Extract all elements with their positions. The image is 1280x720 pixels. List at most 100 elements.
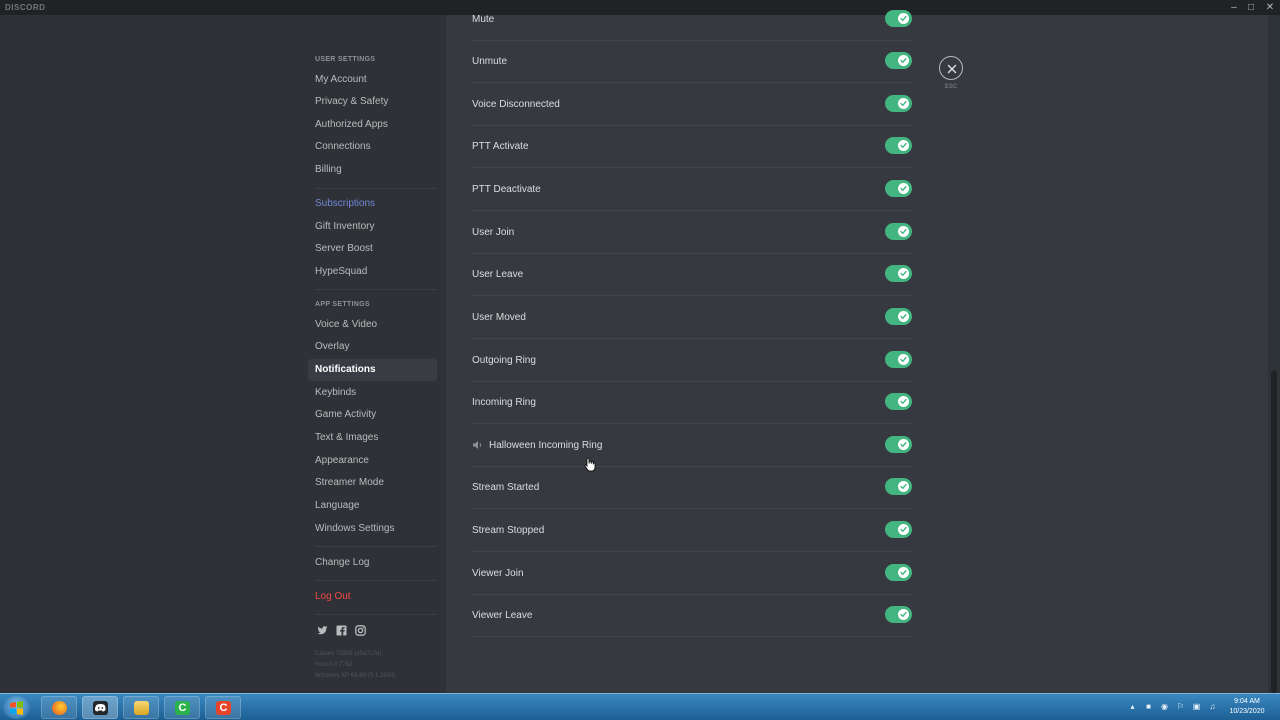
twitter-icon[interactable] [317, 625, 328, 636]
sound-toggle[interactable] [885, 137, 912, 154]
close-window-button[interactable]: ✕ [1260, 0, 1280, 15]
sound-label: Stream Stopped [472, 525, 545, 536]
tray-display-icon[interactable]: ▣ [1192, 702, 1201, 711]
toggle-knob [898, 268, 909, 279]
sound-toggle[interactable] [885, 52, 912, 69]
sound-row: Stream Stopped [472, 510, 913, 552]
speaker-icon[interactable] [472, 439, 484, 451]
sidebar-item-text-images[interactable]: Text & Images [308, 427, 437, 449]
sound-label: Stream Started [472, 482, 540, 493]
sidebar-item-keybinds[interactable]: Keybinds [308, 382, 437, 404]
sidebar-item-authorized-apps[interactable]: Authorized Apps [308, 114, 437, 136]
sound-toggle[interactable] [885, 180, 912, 197]
sidebar-item-subscriptions[interactable]: Subscriptions [308, 193, 437, 215]
check-icon [900, 142, 907, 148]
settings-sidebar: USER SETTINGS My Account Privacy & Safet… [0, 15, 446, 693]
sound-toggle[interactable] [885, 393, 912, 410]
facebook-icon[interactable] [336, 625, 347, 636]
taskbar-camtasia-recorder[interactable]: C [164, 696, 200, 719]
toggle-knob [898, 524, 909, 535]
version-line: Canary 70305 (e5d7c7d) [315, 651, 382, 657]
sound-row: Voice Disconnected [472, 84, 913, 126]
sidebar-divider [315, 614, 437, 615]
check-icon [900, 100, 907, 106]
start-button[interactable] [3, 696, 30, 719]
sound-toggle[interactable] [885, 308, 912, 325]
sound-toggle[interactable] [885, 521, 912, 538]
sound-label: PTT Activate [472, 141, 529, 152]
tray-security-icon[interactable]: ◉ [1160, 702, 1169, 711]
sidebar-item-appearance[interactable]: Appearance [308, 450, 437, 472]
taskbar-clock[interactable]: 9:04 AM 10/23/2020 [1222, 697, 1272, 717]
sidebar-item-server-boost[interactable]: Server Boost [308, 238, 437, 260]
toggle-knob [898, 396, 909, 407]
sidebar-item-language[interactable]: Language [308, 495, 437, 517]
log-out-button[interactable]: Log Out [308, 586, 437, 608]
sound-toggle[interactable] [885, 436, 912, 453]
camtasia-red-icon: C [216, 701, 231, 715]
sound-toggle[interactable] [885, 265, 912, 282]
sidebar-item-streamer-mode[interactable]: Streamer Mode [308, 472, 437, 494]
tray-network-icon[interactable]: ■ [1144, 702, 1153, 711]
content-scrollbar[interactable] [1268, 15, 1280, 693]
sound-toggle[interactable] [885, 564, 912, 581]
sidebar-item-change-log[interactable]: Change Log [308, 552, 437, 574]
sidebar-item-connections[interactable]: Connections [308, 136, 437, 158]
sidebar-item-gift-inventory[interactable]: Gift Inventory [308, 216, 437, 238]
toggle-knob [898, 439, 909, 450]
close-settings-button[interactable] [939, 56, 963, 80]
toggle-knob [898, 311, 909, 322]
check-icon [900, 441, 907, 447]
sound-label: User Moved [472, 312, 526, 323]
sidebar-item-billing[interactable]: Billing [308, 159, 437, 181]
sidebar-item-voice-video[interactable]: Voice & Video [308, 314, 437, 336]
sound-row: User Moved [472, 297, 913, 339]
sidebar-item-notifications[interactable]: Notifications [308, 359, 437, 381]
sidebar-item-game-activity[interactable]: Game Activity [308, 404, 437, 426]
sound-toggle[interactable] [885, 10, 912, 27]
sound-label: User Join [472, 227, 515, 238]
scrollbar-thumb[interactable] [1271, 370, 1277, 693]
check-icon [900, 228, 907, 234]
check-icon [900, 526, 907, 532]
sidebar-item-hypesquad[interactable]: HypeSquad [308, 261, 437, 283]
sound-label: Unmute [472, 56, 508, 67]
sidebar-item-privacy-safety[interactable]: Privacy & Safety [308, 91, 437, 113]
sidebar-divider [315, 580, 437, 581]
sidebar-item-windows-settings[interactable]: Windows Settings [308, 518, 437, 540]
sidebar-item-overlay[interactable]: Overlay [308, 336, 437, 358]
toggle-knob [898, 55, 909, 66]
instagram-icon[interactable] [355, 625, 366, 636]
taskbar-firefox[interactable] [41, 696, 77, 719]
taskbar-explorer[interactable] [123, 696, 159, 719]
app-brand: DISCORD [5, 3, 46, 12]
toggle-knob [898, 481, 909, 492]
sound-label: Viewer Join [472, 568, 524, 579]
sound-toggle[interactable] [885, 223, 912, 240]
hand-cursor-icon [584, 457, 596, 472]
sound-toggle[interactable] [885, 606, 912, 623]
tray-expand-icon[interactable]: ▴ [1128, 702, 1137, 711]
version-line: Windows XP 64-Bit (5.1.2600) [315, 673, 396, 679]
sound-row: Halloween Incoming Ring [472, 425, 913, 467]
user-settings-header: USER SETTINGS [315, 56, 376, 63]
sound-label: Voice Disconnected [472, 99, 560, 110]
windows-logo-icon [10, 701, 23, 715]
tray-flag-icon[interactable]: ⚐ [1176, 702, 1185, 711]
check-icon [900, 569, 907, 575]
tray-volume-icon[interactable]: ♫ [1208, 702, 1217, 711]
sound-toggle[interactable] [885, 95, 912, 112]
sound-row: Stream Started [472, 467, 913, 509]
taskbar-camtasia[interactable]: C [205, 696, 241, 719]
maximize-button[interactable]: □ [1241, 0, 1261, 15]
sound-toggle[interactable] [885, 351, 912, 368]
taskbar-discord[interactable] [82, 696, 118, 719]
sound-toggle[interactable] [885, 478, 912, 495]
sidebar-divider [315, 289, 437, 290]
check-icon [900, 611, 907, 617]
sidebar-item-my-account[interactable]: My Account [308, 69, 437, 91]
notification-sounds-panel: Mute Unmute Voice Disconnected PTT Activate… [446, 10, 1268, 693]
app-settings-header: APP SETTINGS [315, 301, 370, 308]
folder-icon [134, 701, 149, 715]
check-icon [900, 270, 907, 276]
